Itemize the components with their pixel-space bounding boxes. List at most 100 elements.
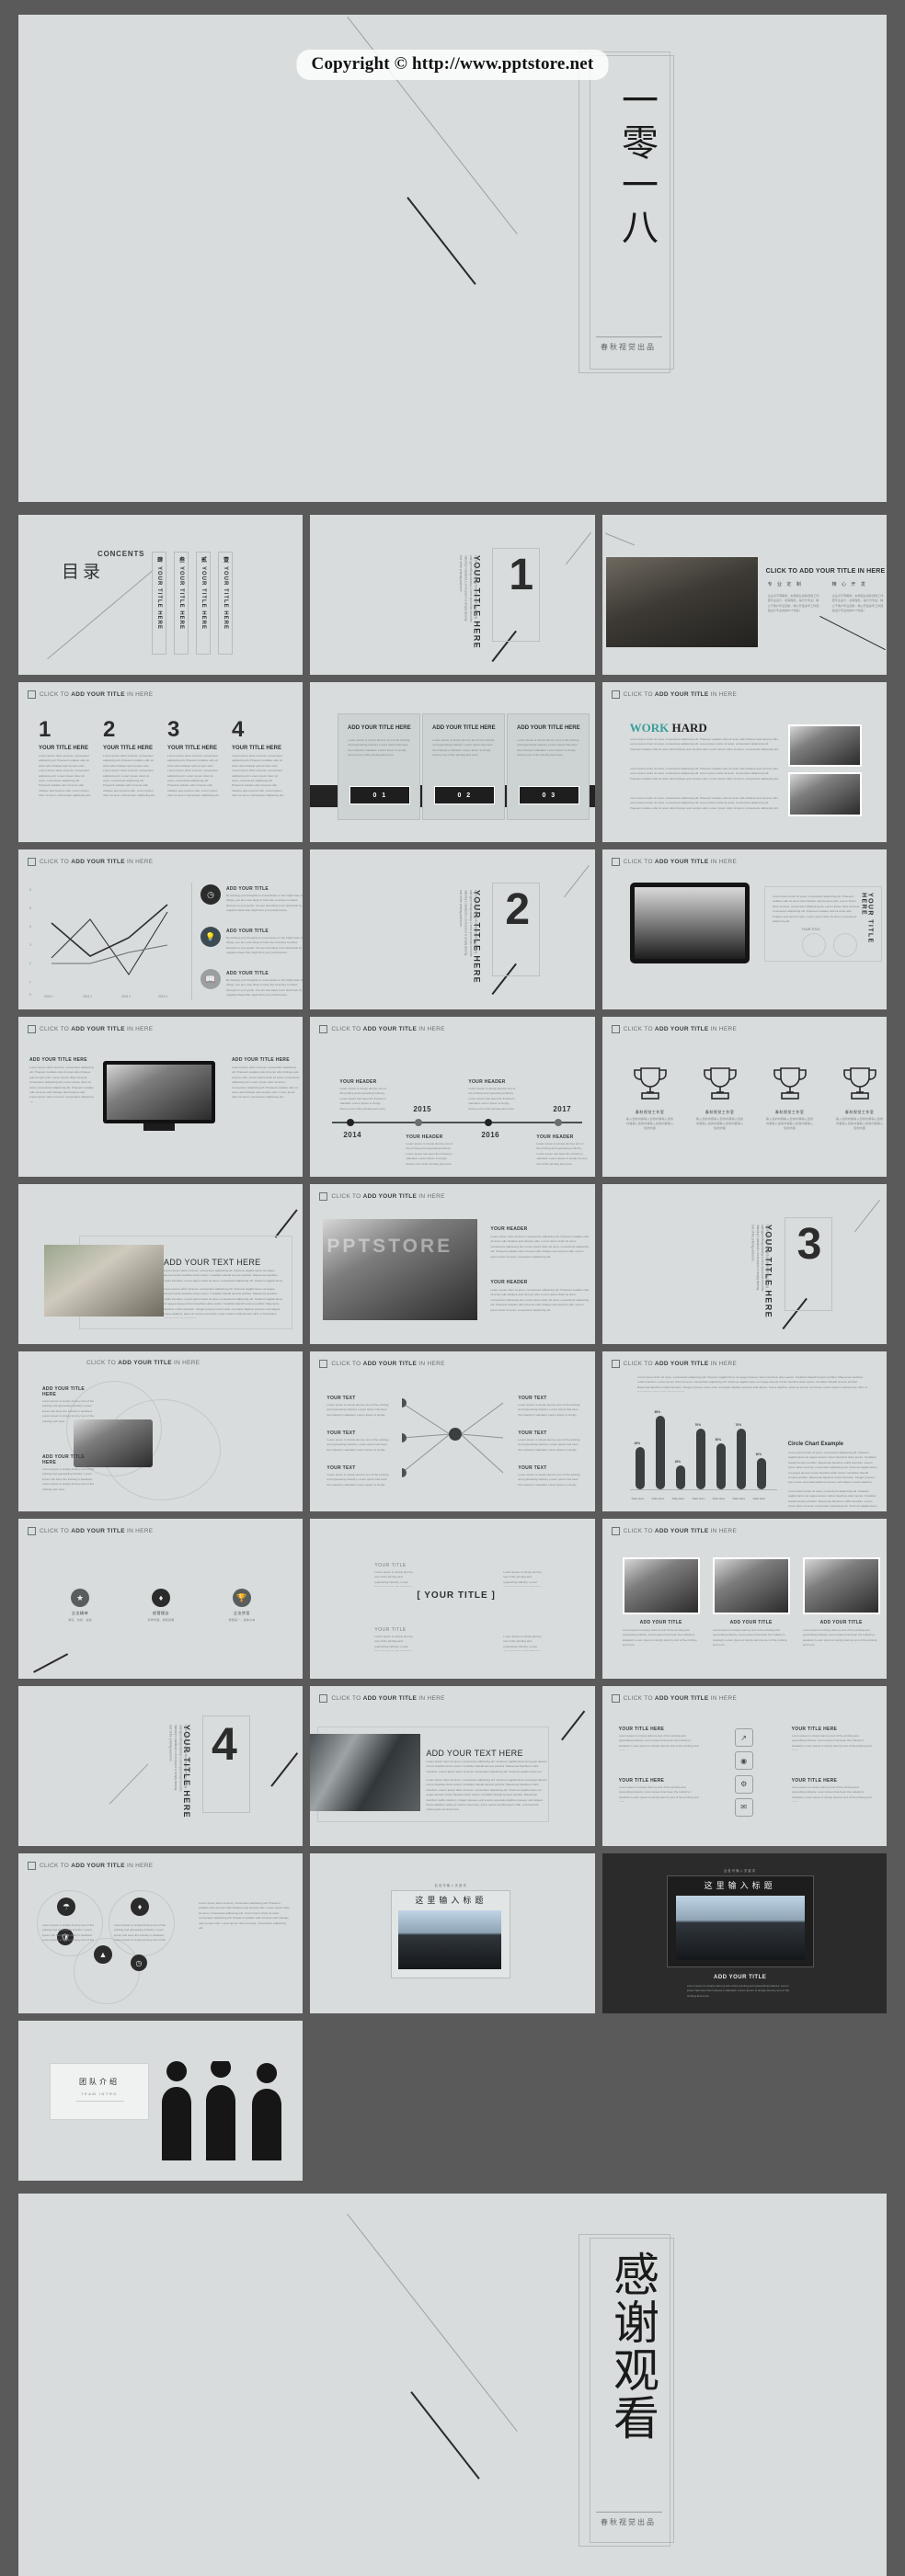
- number-column[interactable]: 1 YOUR TITLE HERE Lorem ipsum dolor sit …: [39, 719, 92, 807]
- square-icon: [319, 1360, 328, 1368]
- thumb-tablet-mindmap[interactable]: CLICK TO ADD YOUR TITLE IN HERE YOUR TIT…: [601, 849, 887, 1009]
- trophy-item[interactable]: 春秋视觉工作室 输入您的内容输入您的内容输入您的内容输入您的内容输入您的内容输入…: [626, 1065, 674, 1130]
- timeline-axis: [332, 1122, 583, 1123]
- share-item[interactable]: YOUR TITLE HERE Lorem ipsum is simply du…: [792, 1778, 873, 1802]
- line-chart-svg: [51, 904, 168, 976]
- bracketed-title: [ YOUR TITLE ]: [417, 1590, 496, 1601]
- chart-icon[interactable]: ▲: [94, 1945, 112, 1964]
- thumb-four-numbers[interactable]: CLICK TO ADD YOUR TITLE IN HERE 1 YOUR T…: [18, 682, 304, 842]
- timeline-dot[interactable]: [485, 1119, 493, 1126]
- thumb-section-2[interactable]: 2 YOUR TITLE HERE Lorem ipsum is simply …: [310, 849, 595, 1009]
- contents-column[interactable]: 叁 YOUR TITLE HERE: [174, 552, 189, 655]
- bar: [655, 1416, 665, 1489]
- card[interactable]: ADD YOUR TITLE HERE Lorem ipsum is simpl…: [507, 713, 590, 820]
- work-hard-heading: WORK HARD: [630, 721, 707, 735]
- thumb-contents[interactable]: CONCENTS 目录 肆 YOUR TITLE HERE 叁 YOUR TIT…: [18, 515, 304, 675]
- thumb-timeline[interactable]: CLICK TO ADD YOUR TITLE IN HERE 2014 YOU…: [310, 1017, 595, 1177]
- diamond-icon[interactable]: ♦: [131, 1898, 149, 1916]
- thumb-section-1[interactable]: 1 YOUR TITLE HERE Lorem ipsum is simply …: [310, 515, 595, 675]
- contents-column[interactable]: 肆 YOUR TITLE HERE: [152, 552, 166, 655]
- thumb-cn-title-photo[interactable]: 此处可输入关键词 这里输入标题: [310, 1853, 595, 2013]
- thumb-man-road-text[interactable]: ADD YOUR TEXT HERE Lorem ipsum dolor sit…: [18, 1184, 304, 1344]
- thumb-header-text: CLICK TO ADD YOUR TITLE IN HERE: [623, 859, 738, 865]
- flow-right-item[interactable]: YOUR TEXT Lorem ipsum is simply dummy te…: [518, 1465, 580, 1487]
- thumb-header-text: CLICK TO ADD YOUR TITLE IN HERE: [86, 1360, 200, 1366]
- card[interactable]: ADD YOUR TITLE HERE Lorem ipsum is simpl…: [338, 713, 421, 820]
- trophy-label: 春秋视觉工作室: [774, 1110, 805, 1114]
- photo-item[interactable]: ADD YOUR TITLE Lorem ipsum is simply dum…: [622, 1557, 700, 1652]
- thumb-monitor-compare[interactable]: CLICK TO ADD YOUR TITLE IN HERE ADD YOUR…: [18, 1017, 304, 1177]
- share-body: Lorem ipsum is simply dummy text of the …: [791, 1734, 872, 1750]
- timeline-block: YOUR HEADER Lorem ipsum is simply dummy …: [536, 1134, 588, 1168]
- thumb-header: CLICK TO ADD YOUR TITLE IN HERE: [28, 1025, 153, 1033]
- monitor-left-label: ADD YOUR TITLE HERE Lorem ipsum dolor si…: [29, 1057, 94, 1102]
- square-icon: [28, 1527, 36, 1535]
- thumb-header-text: CLICK TO ADD YOUR TITLE IN HERE: [40, 859, 154, 865]
- mail-icon[interactable]: ✉: [734, 1797, 753, 1817]
- value-item[interactable]: ♥ 服务理念 用户至上、用心服务: [300, 1589, 303, 1623]
- thumb-your-title-brackets[interactable]: YOUR TITLE [ YOUR TITLE ] YOUR TITLE Lor…: [310, 1519, 595, 1679]
- thumb-bar-chart[interactable]: CLICK TO ADD YOUR TITLE IN HERE Lorem ip…: [601, 1351, 887, 1511]
- value-item[interactable]: ★ 企业精神 求实、创新、进取: [57, 1589, 103, 1623]
- thumb-cn-title-dark[interactable]: 此处可输入关键词 这里输入标题 ADD YOUR TITLE Lorem ips…: [601, 1853, 887, 2013]
- flow-right-item[interactable]: YOUR TEXT Lorem ipsum is simply dummy te…: [518, 1430, 580, 1453]
- trophy-item[interactable]: 春秋视觉工作室 输入您的内容输入您的内容输入您的内容输入您的内容输入您的内容输入…: [696, 1065, 744, 1130]
- bar-chart: 45% 85% 25% 70% 50% 70% 30% Data Here Da…: [629, 1401, 785, 1504]
- bar-category: Data Here: [732, 1497, 746, 1500]
- thumb-flow-diagram[interactable]: CLICK TO ADD YOUR TITLE IN HERE YOUR TEX…: [310, 1351, 595, 1511]
- camera-icon[interactable]: ◉: [734, 1751, 753, 1771]
- thumb-line-chart[interactable]: CLICK TO ADD YOUR TITLE IN HERE 6 5 4 3 …: [18, 849, 304, 1009]
- number-column[interactable]: 4 YOUR TITLE HERE Lorem ipsum dolor sit …: [232, 719, 285, 807]
- contents-column-title: YOUR TITLE HERE: [223, 566, 228, 631]
- bar-category: Data Here: [712, 1497, 726, 1500]
- thumb-crosswalk-text[interactable]: CLICK TO ADD YOUR TITLE IN HERE ADD YOUR…: [310, 1686, 595, 1846]
- cn-title: 这里输入标题: [415, 1896, 487, 1905]
- closing-slide[interactable]: 感谢观看 春秋视觉出品 Copyright © http://www.pptst…: [18, 2194, 887, 2576]
- thumb-laptop-circles[interactable]: CLICK TO ADD YOUR TITLE IN HERE ADD YOUR…: [18, 1351, 304, 1511]
- column-number: 2: [103, 717, 116, 742]
- thumb-share-grid[interactable]: CLICK TO ADD YOUR TITLE IN HERE YOUR TIT…: [601, 1686, 887, 1846]
- trophy-item[interactable]: 春秋视觉工作室 输入您的内容输入您的内容输入您的内容输入您的内容输入您的内容输入…: [836, 1065, 884, 1130]
- timeline-dot[interactable]: [347, 1119, 355, 1126]
- share-item[interactable]: YOUR TITLE HERE Lorem ipsum is simply du…: [792, 1727, 873, 1750]
- share-item[interactable]: YOUR TITLE HERE Lorem ipsum is simply du…: [619, 1727, 700, 1750]
- text-block: YOUR HEADER Lorem ipsum dolor sit amet, …: [490, 1226, 590, 1264]
- share-icon[interactable]: ↗: [734, 1728, 753, 1747]
- thumb-three-photos[interactable]: CLICK TO ADD YOUR TITLE IN HERE ADD YOUR…: [601, 1519, 887, 1679]
- card[interactable]: ADD YOUR TITLE HERE Lorem ipsum is simpl…: [422, 713, 506, 820]
- thumb-header: CLICK TO ADD YOUR TITLE IN HERE: [319, 1192, 444, 1201]
- heading-accent: WORK: [629, 721, 670, 735]
- thumb-coffee-intro[interactable]: CLICK TO ADD YOUR TITLE IN HERE 专 业 定 制 …: [601, 515, 887, 675]
- trophy-item[interactable]: 春秋视觉工作室 输入您的内容输入您的内容输入您的内容输入您的内容输入您的内容输入…: [766, 1065, 814, 1130]
- number-column[interactable]: 2 YOUR TITLE HERE Lorem ipsum dolor sit …: [103, 719, 156, 807]
- item-title: ADD YOUR TITLE HERE: [42, 1386, 86, 1397]
- flow-left-item[interactable]: YOUR TEXT Lorem ipsum is simply dummy te…: [326, 1465, 389, 1487]
- contents-column[interactable]: 贰 YOUR TITLE HERE: [196, 552, 211, 655]
- thumb-value-icons[interactable]: CLICK TO ADD YOUR TITLE IN HERE ★ 企业精神 求…: [18, 1519, 304, 1679]
- photo-item[interactable]: ADD YOUR TITLE Lorem ipsum is simply dum…: [802, 1557, 880, 1652]
- flow-right-item[interactable]: YOUR TEXT Lorem ipsum is simply dummy te…: [518, 1396, 580, 1418]
- share-item[interactable]: YOUR TITLE HERE Lorem ipsum is simply du…: [619, 1778, 700, 1802]
- cover-slide[interactable]: 一零一八 春秋视觉出品 Copyright © http://www.pptst…: [18, 15, 887, 502]
- thumb-section-4[interactable]: 4 YOUR TITLE HERE Lorem ipsum is simply …: [18, 1686, 304, 1846]
- thumb-three-cards[interactable]: ADD YOUR TITLE HERE Lorem ipsum is simpl…: [310, 682, 595, 842]
- timeline-dot[interactable]: [415, 1119, 423, 1126]
- value-item[interactable]: ♦ 经营理念 科学管理、成就经典: [138, 1589, 184, 1623]
- thumb-section-3[interactable]: 3 YOUR TITLE HERE Lorem ipsum is simply …: [601, 1184, 887, 1344]
- photo-item[interactable]: ADD YOUR TITLE Lorem ipsum is simply dum…: [712, 1557, 790, 1652]
- umbrella-icon[interactable]: ☂: [57, 1898, 75, 1916]
- thumb-work-hard[interactable]: CLICK TO ADD YOUR TITLE IN HERE WORK HAR…: [601, 682, 887, 842]
- flow-left-item[interactable]: YOUR TEXT Lorem ipsum is simply dummy te…: [326, 1430, 389, 1453]
- timeline-dot[interactable]: [555, 1119, 563, 1126]
- clock-icon[interactable]: ◷: [131, 1955, 147, 1971]
- value-item[interactable]: 🏆 企业宗旨 质量第一、诚信为本: [219, 1589, 265, 1623]
- thumb-tablet-hands[interactable]: CLICK TO ADD YOUR TITLE IN HERE PPTSTORE…: [310, 1184, 595, 1344]
- thumb-circle-icons[interactable]: CLICK TO ADD YOUR TITLE IN HERE ☂ ♦ ▲ 🛡 …: [18, 1853, 304, 2013]
- number-column[interactable]: 3 YOUR TITLE HERE Lorem ipsum dolor sit …: [167, 719, 221, 807]
- trophy-icon: [633, 1067, 667, 1100]
- thumb-team-silhouette[interactable]: 团队介绍 TEAM INTRO: [18, 2021, 304, 2181]
- gear-icon[interactable]: ⚙: [734, 1774, 753, 1794]
- contents-column[interactable]: 壹 YOUR TITLE HERE: [218, 552, 233, 655]
- flow-left-item[interactable]: YOUR TEXT Lorem ipsum is simply dummy te…: [326, 1396, 389, 1418]
- thumb-trophies[interactable]: CLICK TO ADD YOUR TITLE IN HERE 春秋视觉工作室 …: [601, 1017, 887, 1177]
